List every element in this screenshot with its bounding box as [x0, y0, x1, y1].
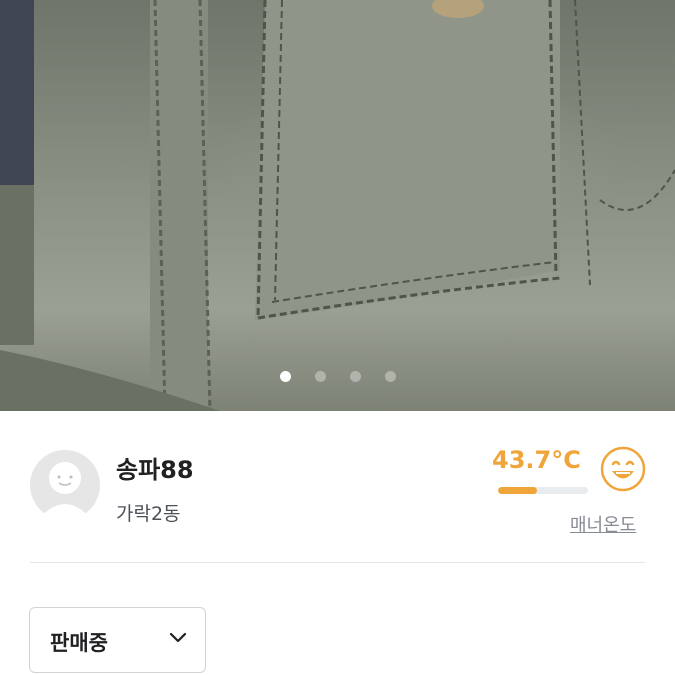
- pagination-dot-2[interactable]: [314, 371, 326, 382]
- smiling-face-icon: [600, 446, 646, 492]
- pagination-dot-1[interactable]: [279, 371, 291, 382]
- manner-temperature-link[interactable]: 매너온도: [570, 511, 636, 537]
- gallery-pagination: [0, 371, 675, 382]
- pagination-dot-4[interactable]: [384, 371, 396, 382]
- seller-name[interactable]: 송파88: [116, 450, 194, 485]
- chevron-down-icon: [169, 632, 187, 643]
- manner-temperature-bar: [498, 487, 588, 494]
- pagination-dot-3[interactable]: [349, 371, 361, 382]
- default-avatar-icon: [38, 462, 92, 520]
- product-photo[interactable]: [0, 0, 675, 411]
- sale-status-label: 판매중: [50, 631, 108, 655]
- manner-temperature: 43.7°C: [492, 446, 581, 474]
- jeans-photo-illustration: [0, 0, 675, 411]
- section-divider: [30, 562, 645, 563]
- seller-avatar[interactable]: [30, 450, 100, 520]
- seller-location: 가락2동: [116, 503, 181, 525]
- sale-status-select[interactable]: 판매중: [29, 607, 206, 673]
- manner-temperature-fill: [498, 487, 538, 494]
